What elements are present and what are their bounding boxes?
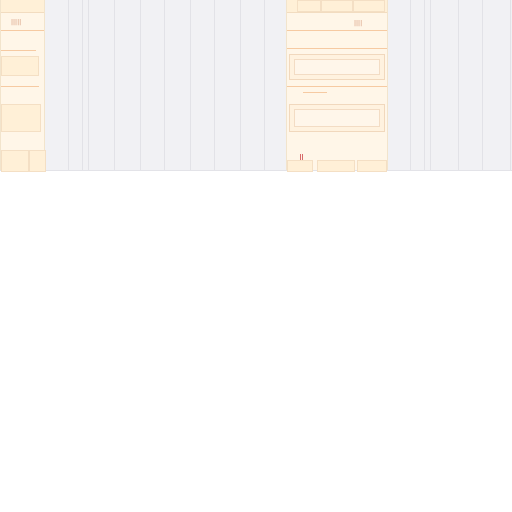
divider [1, 86, 39, 87]
content-block [317, 160, 355, 172]
content-zone-inner [294, 109, 380, 127]
marker-row: ||||| [11, 19, 22, 26]
content-block [1, 150, 29, 172]
grid-line [190, 0, 191, 170]
grid-line [214, 0, 215, 170]
grid-line [82, 0, 83, 170]
grid-line [430, 0, 431, 170]
divider [287, 30, 387, 31]
content-zone [289, 54, 385, 80]
grid-line [410, 0, 411, 170]
grid-line [140, 0, 141, 170]
grid-line [264, 0, 265, 170]
screenshot-strip: ||||| |||| [0, 0, 512, 172]
main-form-card: |||| [286, 0, 388, 172]
grid-line [68, 0, 69, 170]
grid-line [240, 0, 241, 170]
grid-line [424, 0, 425, 170]
grid-line [114, 0, 115, 170]
header-box [297, 0, 321, 12]
content-block [1, 56, 39, 76]
grid-line [88, 0, 89, 170]
divider [1, 50, 36, 51]
content-zone-inner [294, 59, 380, 75]
grid-line [458, 0, 459, 170]
content-block [357, 160, 387, 172]
divider [1, 30, 44, 31]
header-box [353, 0, 385, 12]
left-form-card: ||||| [0, 0, 46, 172]
divider [287, 48, 387, 49]
grid-line [510, 0, 511, 170]
content-block [1, 104, 41, 132]
content-block [287, 160, 313, 172]
card-header [1, 0, 44, 13]
marker-row: |||| [354, 20, 363, 27]
grid-line [164, 0, 165, 170]
header-box [321, 0, 353, 12]
divider [303, 92, 327, 93]
content-block [29, 150, 46, 172]
grid-line [482, 0, 483, 170]
content-zone [289, 104, 385, 132]
divider [287, 86, 387, 87]
